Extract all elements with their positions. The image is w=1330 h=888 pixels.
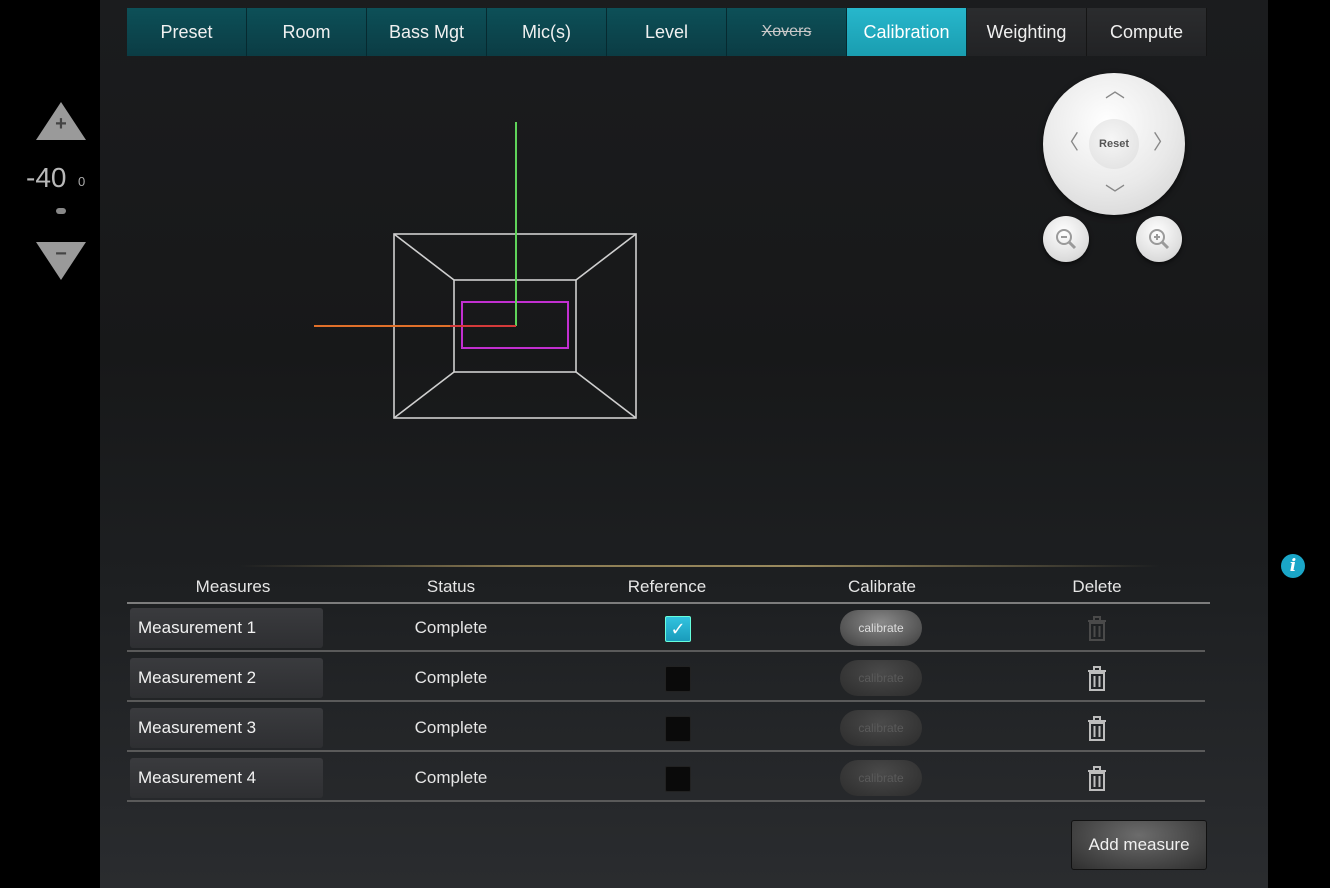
chevron-left-icon[interactable]: 〈: [1059, 133, 1079, 153]
app-frame: Preset Room Bass Mgt Mic(s) Level Xovers…: [0, 0, 1330, 888]
section-divider: [240, 565, 1160, 567]
level-value: -40: [26, 162, 67, 193]
tab-level[interactable]: Level: [607, 8, 727, 56]
measurement-name[interactable]: Measurement 4: [130, 758, 323, 798]
zoom-in-icon: [1149, 229, 1170, 250]
info-icon[interactable]: i: [1281, 554, 1305, 578]
room-edge: [575, 371, 637, 419]
chevron-up-icon[interactable]: ︿: [1105, 81, 1125, 101]
zoom-out-icon: [1056, 229, 1077, 250]
calibrate-button[interactable]: calibrate: [840, 710, 922, 746]
tab-calibration[interactable]: Calibration: [847, 8, 967, 56]
trash-icon[interactable]: [1085, 616, 1109, 642]
trash-icon[interactable]: [1085, 716, 1109, 742]
room-3d-view[interactable]: [300, 110, 660, 430]
header-status: Status: [426, 577, 476, 596]
measurement-status: Complete: [414, 668, 488, 687]
level-down-button[interactable]: −: [36, 242, 86, 280]
table-row: Measurement 1 Complete ✓ calibrate: [127, 604, 1205, 652]
reference-checkbox[interactable]: [665, 766, 691, 792]
zoom-in-button[interactable]: [1136, 216, 1182, 262]
table-header: Measures Status Reference Calibrate Dele…: [127, 574, 1210, 602]
level-unit: 0: [78, 174, 86, 189]
calibrate-button[interactable]: calibrate: [840, 660, 922, 696]
trash-icon[interactable]: [1085, 666, 1109, 692]
room-edge: [575, 233, 637, 281]
room-edge: [393, 233, 455, 281]
table-row: Measurement 3 Complete calibrate: [127, 704, 1205, 752]
tab-preset[interactable]: Preset: [127, 8, 247, 56]
level-indicator: [56, 208, 66, 214]
tab-mics[interactable]: Mic(s): [487, 8, 607, 56]
calibrate-button[interactable]: calibrate: [840, 610, 922, 646]
reset-view-button[interactable]: Reset: [1089, 119, 1139, 169]
tab-xovers[interactable]: Xovers: [727, 8, 847, 56]
view-navigation-pad: ︿ 〈 〉 ﹀ Reset: [1043, 73, 1185, 215]
header-measures: Measures: [195, 577, 271, 596]
tab-bar: Preset Room Bass Mgt Mic(s) Level Xovers…: [127, 8, 1207, 56]
header-calibrate: Calibrate: [847, 577, 917, 596]
tab-bass-mgt[interactable]: Bass Mgt: [367, 8, 487, 56]
reference-checkbox[interactable]: ✓: [665, 616, 691, 642]
table-row: Measurement 4 Complete calibrate: [127, 754, 1205, 802]
trash-icon[interactable]: [1085, 766, 1109, 792]
measurement-status: Complete: [414, 618, 488, 637]
checkmark-icon: ✓: [670, 618, 686, 639]
reference-checkbox[interactable]: [665, 716, 691, 742]
plus-icon: +: [55, 113, 67, 135]
level-up-button[interactable]: +: [36, 102, 86, 140]
measurement-name[interactable]: Measurement 1: [130, 608, 323, 648]
header-reference: Reference: [627, 577, 707, 596]
tab-weighting[interactable]: Weighting: [967, 8, 1087, 56]
minus-icon: −: [55, 243, 67, 265]
zoom-out-button[interactable]: [1043, 216, 1089, 262]
reference-checkbox[interactable]: [665, 666, 691, 692]
chevron-right-icon[interactable]: 〉: [1153, 133, 1173, 153]
measurement-status: Complete: [414, 768, 488, 787]
tab-room[interactable]: Room: [247, 8, 367, 56]
table-row: Measurement 2 Complete calibrate: [127, 654, 1205, 702]
header-delete: Delete: [1072, 577, 1122, 596]
measurement-name[interactable]: Measurement 2: [130, 658, 323, 698]
measurement-status: Complete: [414, 718, 488, 737]
add-measure-button[interactable]: Add measure: [1071, 820, 1207, 870]
room-edge: [393, 371, 455, 419]
calibrate-button[interactable]: calibrate: [840, 760, 922, 796]
measurement-name[interactable]: Measurement 3: [130, 708, 323, 748]
chevron-down-icon[interactable]: ﹀: [1105, 185, 1125, 205]
tab-compute[interactable]: Compute: [1087, 8, 1207, 56]
